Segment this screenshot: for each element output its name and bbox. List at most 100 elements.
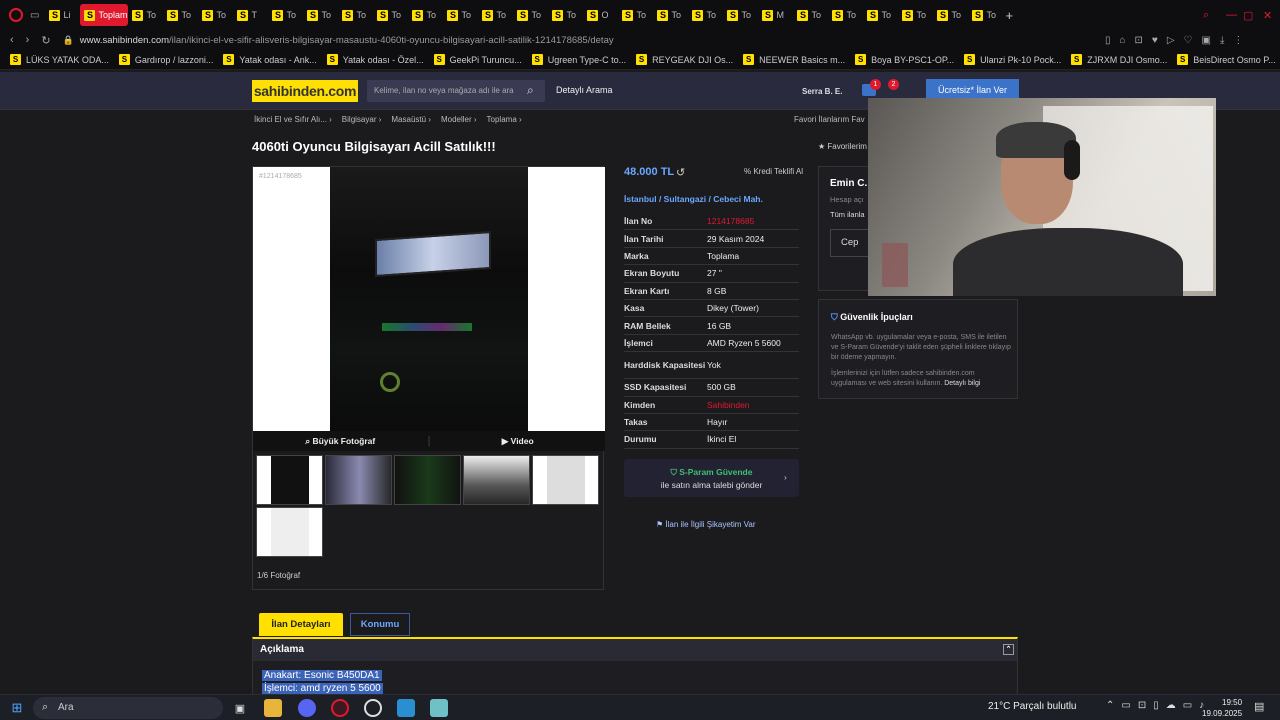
video-button[interactable]: ▶ Video [430, 436, 605, 447]
back-icon[interactable]: ‹ [10, 34, 14, 46]
browser-tab[interactable]: ST [233, 4, 268, 26]
tab-location[interactable]: Konumu [350, 613, 410, 636]
app-icon[interactable] [397, 699, 415, 717]
bookmark-item[interactable]: S REYGEAK DJI Os... [636, 54, 733, 65]
sparam-button[interactable]: ⛉ S-Param Güvende ile satın alma talebi … [624, 459, 799, 497]
weather-widget[interactable]: 21°C Parçalı bulutlu [988, 701, 1077, 712]
discord-icon[interactable] [298, 699, 316, 717]
workspaces-icon[interactable]: ▭ [30, 10, 39, 21]
browser-tab[interactable]: S To [863, 4, 898, 26]
price-history-icon[interactable]: ↺ [676, 166, 685, 179]
browser-tab[interactable]: S To [198, 4, 233, 26]
bookmark-item[interactable]: S BeisDirect Osmo P... [1177, 54, 1276, 65]
browser-tab[interactable]: S To [653, 4, 688, 26]
seller-all-listings[interactable]: Tüm ilanla [830, 210, 865, 219]
detailed-search-link[interactable]: Detaylı Arama [556, 85, 613, 95]
spec-row: Takas Hayır [624, 414, 799, 432]
taskbar-search[interactable]: Ara [33, 697, 223, 719]
thumbnail-4[interactable] [463, 455, 530, 505]
sahibinden-favicon-icon: S [377, 9, 389, 21]
notes-icon[interactable] [430, 699, 448, 717]
favorites-link[interactable]: ★ Favorilerim [818, 142, 867, 151]
collapse-icon[interactable]: ⌃ [1003, 644, 1014, 655]
site-logo[interactable]: sahibinden.com [252, 80, 358, 102]
browser-tab[interactable]: S To [933, 4, 968, 26]
bookmark-item[interactable]: S Yatak odası - Özel... [326, 54, 424, 65]
bookmark-item[interactable]: S NEEWER Basics m... [743, 54, 845, 65]
sahibinden-favicon-icon: S [49, 9, 61, 21]
breadcrumb-item[interactable]: Toplama › [487, 115, 522, 124]
browser-tab[interactable]: S To [828, 4, 863, 26]
notifications-icon[interactable]: ▤ [1254, 700, 1264, 713]
safety-more-link[interactable]: Detaylı bilgi [944, 380, 980, 387]
thumbnail-2[interactable] [325, 455, 392, 505]
obs-icon[interactable] [364, 699, 382, 717]
search-tabs-icon[interactable]: ⌕ [1203, 9, 1209, 22]
bookmark-item[interactable]: S Yatak odası - Ank... [223, 54, 317, 65]
bookmark-item[interactable]: S GeekPi Turuncu... [433, 54, 522, 65]
browser-tab[interactable]: S To [548, 4, 583, 26]
close-window-icon[interactable]: ✕ [1263, 9, 1272, 22]
browser-tab[interactable]: S To [793, 4, 828, 26]
browser-tab[interactable]: S To [268, 4, 303, 26]
browser-tab[interactable]: S To [968, 4, 1003, 26]
complaint-link[interactable]: ⚑ İlan ile İlgili Şikayetim Var [656, 520, 756, 529]
notifications-badge: 2 [888, 79, 899, 90]
task-view-icon[interactable]: ▣ [231, 699, 249, 717]
browser-tab[interactable]: S To [723, 4, 758, 26]
favorite-listings-link[interactable]: Favori İlanlarım Fav [794, 115, 865, 124]
browser-tab[interactable]: S To [408, 4, 443, 26]
breadcrumb-item[interactable]: Bilgisayar › [342, 115, 382, 124]
bookmark-item[interactable]: S Ugreen Type-C to... [531, 54, 626, 65]
bookmark-item[interactable]: S ZJRXM DJI Osmo... [1071, 54, 1167, 65]
search-icon[interactable]: ⌕ [527, 83, 534, 98]
opera-logo-icon[interactable] [9, 8, 23, 22]
reload-icon[interactable]: ↻ [41, 34, 50, 47]
location-breadcrumb[interactable]: İstanbul / Sultangazi / Cebeci Mah. [624, 194, 763, 204]
credit-offer-link[interactable]: % Kredi Teklifi Al [744, 167, 803, 176]
browser-tab[interactable]: S To [688, 4, 723, 26]
thumbnail-3[interactable] [394, 455, 461, 505]
browser-tab[interactable]: SO [583, 4, 618, 26]
url-field[interactable]: www.sahibinden.com/ilan/ikinci-el-ve-sif… [80, 35, 614, 46]
big-photo-button[interactable]: ⌕ Büyük Fotoğraf [253, 436, 428, 447]
browser-tab[interactable]: S To [478, 4, 513, 26]
browser-tab[interactable]: SM [758, 4, 793, 26]
clock[interactable]: 19:50 19.09.2025 [1202, 697, 1242, 719]
main-photo[interactable]: #1214178685 [253, 167, 605, 431]
system-tray-icons[interactable]: ⌃▭⊡▯☁▭♪ [1106, 700, 1211, 711]
browser-tab[interactable]: S To [373, 4, 408, 26]
user-name[interactable]: Serra B. E. [802, 87, 842, 96]
breadcrumb-item[interactable]: İkinci El ve Sıfır Alı... › [254, 115, 332, 124]
maximize-icon[interactable]: ▢ [1243, 9, 1253, 22]
opera-icon[interactable] [331, 699, 349, 717]
bookmark-item[interactable]: S Boya BY-PSC1-OP... [855, 54, 954, 65]
start-icon[interactable]: ⊞ [8, 699, 26, 717]
browser-tab[interactable]: S To [618, 4, 653, 26]
browser-tab[interactable]: S Li [45, 4, 80, 26]
tab-listing-details[interactable]: İlan Detayları [259, 613, 343, 636]
browser-tab[interactable]: S To [898, 4, 933, 26]
bookmark-item[interactable]: S Gardırop / lazzoni... [118, 54, 213, 65]
browser-tab[interactable]: S To [513, 4, 548, 26]
search-input[interactable]: Kelime, ilan no veya mağaza adı ile ara [367, 80, 545, 102]
breadcrumb-item[interactable]: Modeller › [441, 115, 477, 124]
breadcrumb-item[interactable]: Masaüstü › [391, 115, 431, 124]
browser-tab[interactable]: S Toplam [80, 4, 129, 26]
thumbnail-6[interactable] [256, 507, 323, 557]
browser-tab[interactable]: S To [338, 4, 373, 26]
bookmark-item[interactable]: S Ulanzi Pk-10 Pock... [964, 54, 1061, 65]
thumbnail-5[interactable] [532, 455, 599, 505]
browser-tab[interactable]: S To [303, 4, 338, 26]
file-explorer-icon[interactable] [264, 699, 282, 717]
browser-tab[interactable]: S To [443, 4, 478, 26]
browser-tab[interactable]: S To [163, 4, 198, 26]
seller-name[interactable]: Emin C. [830, 178, 867, 189]
bookmark-item[interactable]: S LÜKS YATAK ODA... [10, 54, 109, 65]
thumbnail-1[interactable] [256, 455, 323, 505]
forward-icon[interactable]: › [26, 34, 30, 46]
minimize-icon[interactable]: — [1226, 9, 1237, 21]
new-tab-icon[interactable]: + [1005, 8, 1013, 23]
browser-toolbar-icons[interactable]: ▯⌂⊡♥▷♡▣⤓⋮ [1105, 35, 1252, 46]
browser-tab[interactable]: S To [128, 4, 163, 26]
